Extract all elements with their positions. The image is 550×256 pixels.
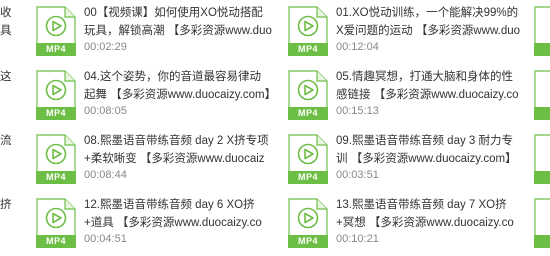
file-row: 这 MP4 04.这个姿势，你的音道最容易律动起舞 【多彩资源www.duoca… [0, 64, 550, 126]
file-grid: 收 具 MP4 00【视频课】如何使用XO悦动搭配玩具，解锁高潮 【多彩资源ww… [0, 0, 550, 256]
partial-filename: 流 [0, 135, 12, 147]
mp4-file-icon: MP4 [288, 134, 328, 184]
file-duration: 00:08:44 [84, 169, 127, 181]
file-duration: 00:10:21 [336, 233, 379, 245]
file-item[interactable]: MP4 12.熙墨语音带练音频 day 6 XO挤+道具 【多彩资源www.du… [36, 192, 276, 254]
file-name: 09.熙墨语音带练音频 day 3 耐力专训 【多彩资源www.duocaizy… [336, 135, 517, 165]
file-type-badge: MP4 [288, 171, 328, 184]
partial-mp4-file-icon[interactable] [534, 70, 550, 120]
file-name: 08.熙墨语音带练音频 day 2 X挤专项+柔软晰变 【多彩资源www.duo… [84, 135, 269, 165]
partial-mp4-file-icon[interactable] [534, 134, 550, 184]
partial-mp4-file-icon[interactable] [534, 198, 550, 248]
file-duration: 00:12:04 [336, 41, 379, 53]
file-type-badge: MP4 [36, 235, 76, 248]
file-name: 00【视频课】如何使用XO悦动搭配玩具，解锁高潮 【多彩资源www.duocai… [84, 7, 272, 37]
file-type-badge: MP4 [288, 107, 328, 120]
file-name: 13.熙墨语音带练音频 day 7 XO挤+冥想 【多彩资源www.duocai… [336, 199, 514, 229]
partial-mp4-file-icon[interactable] [534, 6, 550, 56]
file-name: 05.情趣冥想，打通大脑和身体的性感链接 【多彩资源www.duocaizy.c… [336, 71, 519, 101]
file-item[interactable]: MP4 01.XO悦动训练，一个能解决99%的X爱问题的运动 【多彩资源www.… [288, 0, 534, 62]
mp4-file-icon: MP4 [36, 70, 76, 120]
file-type-badge: MP4 [288, 43, 328, 56]
file-duration: 00:15:13 [336, 105, 379, 117]
partial-filename: 挤 [0, 199, 12, 211]
file-item[interactable]: MP4 05.情趣冥想，打通大脑和身体的性感链接 【多彩资源www.duocai… [288, 64, 534, 126]
file-duration: 00:04:51 [84, 233, 127, 245]
partial-filename: 收 [0, 7, 12, 19]
file-item[interactable]: MP4 08.熙墨语音带练音频 day 2 X挤专项+柔软晰变 【多彩资源www… [36, 128, 276, 190]
mp4-file-icon: MP4 [288, 6, 328, 56]
file-duration: 00:02:29 [84, 41, 127, 53]
file-type-badge: MP4 [288, 235, 328, 248]
file-type-badge: MP4 [36, 43, 76, 56]
mp4-file-icon: MP4 [36, 6, 76, 56]
mp4-file-icon: MP4 [36, 198, 76, 248]
file-item[interactable]: MP4 09.熙墨语音带练音频 day 3 耐力专训 【多彩资源www.duoc… [288, 128, 534, 190]
mp4-file-icon: MP4 [36, 134, 76, 184]
partial-filename: 这 [0, 71, 12, 83]
file-name: 12.熙墨语音带练音频 day 6 XO挤+道具 【多彩资源www.duocai… [84, 199, 262, 229]
mp4-file-icon: MP4 [288, 198, 328, 248]
partial-filename: 具 [0, 25, 12, 37]
file-duration: 00:03:51 [336, 169, 379, 181]
file-row: 收 具 MP4 00【视频课】如何使用XO悦动搭配玩具，解锁高潮 【多彩资源ww… [0, 0, 550, 62]
file-name: 04.这个姿势，你的音道最容易律动起舞 【多彩资源www.duocaizy.co… [84, 71, 272, 101]
file-duration: 00:08:05 [84, 105, 127, 117]
file-item[interactable]: MP4 00【视频课】如何使用XO悦动搭配玩具，解锁高潮 【多彩资源www.du… [36, 0, 276, 62]
file-item[interactable]: MP4 04.这个姿势，你的音道最容易律动起舞 【多彩资源www.duocaiz… [36, 64, 276, 126]
file-name: 01.XO悦动训练，一个能解决99%的X爱问题的运动 【多彩资源www.duoc… [336, 7, 521, 37]
file-type-badge: MP4 [36, 171, 76, 184]
file-row: 流 MP4 08.熙墨语音带练音频 day 2 X挤专项+柔软晰变 【多彩资源w… [0, 128, 550, 190]
file-row: 挤 MP4 12.熙墨语音带练音频 day 6 XO挤+道具 【多彩资源www.… [0, 192, 550, 254]
mp4-file-icon: MP4 [288, 70, 328, 120]
file-item[interactable]: MP4 13.熙墨语音带练音频 day 7 XO挤+冥想 【多彩资源www.du… [288, 192, 534, 254]
file-type-badge: MP4 [36, 107, 76, 120]
